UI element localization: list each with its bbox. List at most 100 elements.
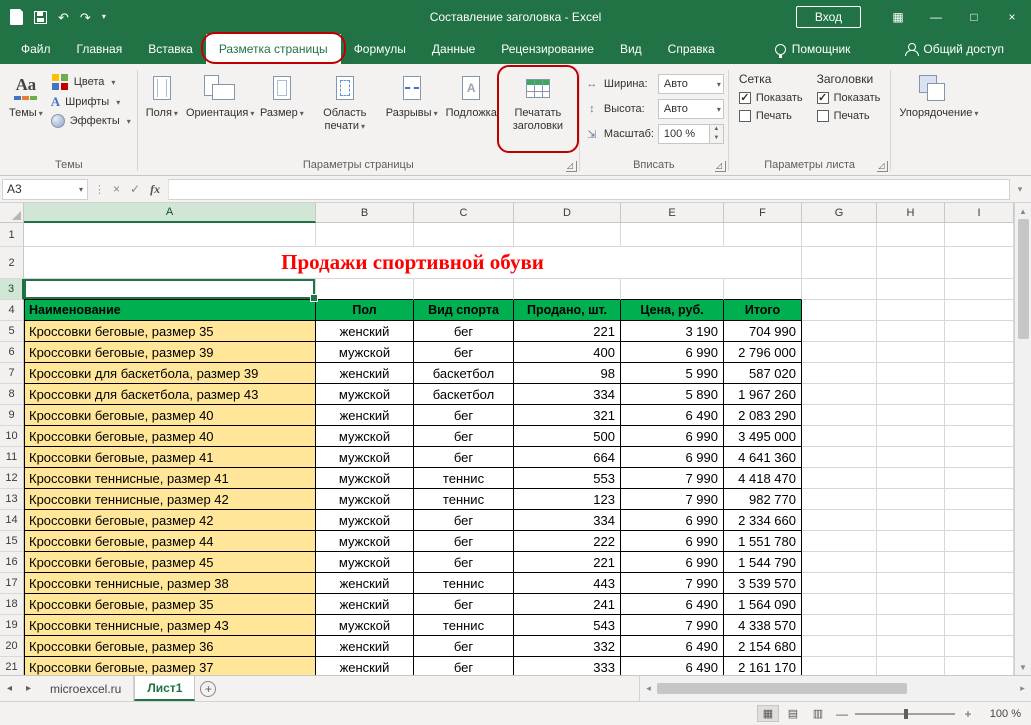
save-icon[interactable] xyxy=(34,11,47,24)
cell-C13[interactable]: теннис xyxy=(414,489,514,510)
cell-I19[interactable] xyxy=(945,615,1014,636)
cell-F11[interactable]: 4 641 360 xyxy=(724,447,802,468)
cell-G16[interactable] xyxy=(802,552,877,573)
cell-H17[interactable] xyxy=(877,573,945,594)
cell-I2[interactable] xyxy=(945,247,1014,279)
sheet-tab-microexcel[interactable]: microexcel.ru xyxy=(38,676,134,701)
cell-B18[interactable]: женский xyxy=(316,594,414,615)
vertical-scrollbar[interactable]: ▲ ▼ xyxy=(1014,203,1031,675)
cell-F10[interactable]: 3 495 000 xyxy=(724,426,802,447)
cell-A6[interactable]: Кроссовки беговые, размер 39 xyxy=(24,342,316,363)
cell-F3[interactable] xyxy=(724,279,802,300)
cell-D11[interactable]: 664 xyxy=(514,447,621,468)
row-header-11[interactable]: 11 xyxy=(0,447,24,468)
cell-F9[interactable]: 2 083 290 xyxy=(724,405,802,426)
zoom-in-icon[interactable]: + xyxy=(962,707,974,721)
sheet-options-dialog-launcher[interactable]: ◿ xyxy=(877,161,888,172)
row-header-16[interactable]: 16 xyxy=(0,552,24,573)
margins-button[interactable]: Поля xyxy=(142,68,182,152)
sheet-nav-right-icon[interactable]: ▸ xyxy=(19,676,38,701)
zoom-slider-thumb[interactable] xyxy=(904,709,908,719)
cell-C20[interactable]: бег xyxy=(414,636,514,657)
cell-F4[interactable]: Итого xyxy=(724,300,802,321)
cell-C9[interactable]: бег xyxy=(414,405,514,426)
cell-B21[interactable]: женский xyxy=(316,657,414,675)
row-header-4[interactable]: 4 xyxy=(0,300,24,321)
cell-H5[interactable] xyxy=(877,321,945,342)
cell-A15[interactable]: Кроссовки беговые, размер 44 xyxy=(24,531,316,552)
cell-H1[interactable] xyxy=(877,223,945,247)
cell-D20[interactable]: 332 xyxy=(514,636,621,657)
new-sheet-button[interactable]: + xyxy=(195,676,221,701)
column-header-H[interactable]: H xyxy=(877,203,945,223)
cell-G9[interactable] xyxy=(802,405,877,426)
cell-E9[interactable]: 6 490 xyxy=(621,405,724,426)
size-button[interactable]: Размер xyxy=(256,68,308,152)
vertical-scroll-thumb[interactable] xyxy=(1018,219,1029,339)
cell-G12[interactable] xyxy=(802,468,877,489)
cell-C3[interactable] xyxy=(414,279,514,300)
row-header-21[interactable]: 21 xyxy=(0,657,24,675)
cell-E20[interactable]: 6 490 xyxy=(621,636,724,657)
cell-E10[interactable]: 6 990 xyxy=(621,426,724,447)
cell-E5[interactable]: 3 190 xyxy=(621,321,724,342)
sheet-tab-list1[interactable]: Лист1 xyxy=(134,676,195,701)
page-layout-view-icon[interactable]: ▤ xyxy=(782,705,804,722)
tab-view[interactable]: Вид xyxy=(607,34,655,64)
row-header-10[interactable]: 10 xyxy=(0,426,24,447)
scroll-up-icon[interactable]: ▲ xyxy=(1015,203,1031,219)
cell-D19[interactable]: 543 xyxy=(514,615,621,636)
cell-H2[interactable] xyxy=(877,247,945,279)
cell-H11[interactable] xyxy=(877,447,945,468)
gridlines-show-checkbox[interactable]: Показать xyxy=(739,92,803,104)
cell-I20[interactable] xyxy=(945,636,1014,657)
row-header-5[interactable]: 5 xyxy=(0,321,24,342)
arrange-button[interactable]: Упорядочение xyxy=(895,68,969,152)
column-header-B[interactable]: B xyxy=(316,203,414,223)
cell-H16[interactable] xyxy=(877,552,945,573)
expand-formula-bar-icon[interactable]: ▾ xyxy=(1010,184,1030,195)
orientation-button[interactable]: Ориентация xyxy=(182,68,256,152)
cell-C8[interactable]: баскетбол xyxy=(414,384,514,405)
cell-A7[interactable]: Кроссовки для баскетбола, размер 39 xyxy=(24,363,316,384)
gridlines-print-checkbox[interactable]: Печать xyxy=(739,110,803,122)
height-select[interactable]: Авто ▾ xyxy=(658,99,724,119)
scroll-down-icon[interactable]: ▼ xyxy=(1015,659,1031,675)
column-header-D[interactable]: D xyxy=(514,203,621,223)
cell-I7[interactable] xyxy=(945,363,1014,384)
cell-A2-sheet-title[interactable]: Продажи спортивной обуви xyxy=(24,247,802,279)
spinner-buttons[interactable]: ▲▼ xyxy=(710,124,724,144)
cell-I16[interactable] xyxy=(945,552,1014,573)
cell-D7[interactable]: 98 xyxy=(514,363,621,384)
cell-C7[interactable]: баскетбол xyxy=(414,363,514,384)
cell-G8[interactable] xyxy=(802,384,877,405)
cell-F20[interactable]: 2 154 680 xyxy=(724,636,802,657)
row-header-6[interactable]: 6 xyxy=(0,342,24,363)
row-header-20[interactable]: 20 xyxy=(0,636,24,657)
cell-B3[interactable] xyxy=(316,279,414,300)
cell-I3[interactable] xyxy=(945,279,1014,300)
cell-F18[interactable]: 1 564 090 xyxy=(724,594,802,615)
zoom-level[interactable]: 100 % xyxy=(981,708,1021,720)
name-box[interactable]: A3 ▾ xyxy=(2,179,88,200)
cell-I17[interactable] xyxy=(945,573,1014,594)
tab-home[interactable]: Главная xyxy=(64,34,136,64)
cell-C16[interactable]: бег xyxy=(414,552,514,573)
cell-C5[interactable]: бег xyxy=(414,321,514,342)
cell-F17[interactable]: 3 539 570 xyxy=(724,573,802,594)
tab-file[interactable]: Файл xyxy=(8,34,64,64)
row-header-8[interactable]: 8 xyxy=(0,384,24,405)
cell-I5[interactable] xyxy=(945,321,1014,342)
tab-page-layout[interactable]: Разметка страницы xyxy=(206,34,341,64)
cell-E14[interactable]: 6 990 xyxy=(621,510,724,531)
cell-E1[interactable] xyxy=(621,223,724,247)
cell-C11[interactable]: бег xyxy=(414,447,514,468)
tab-data[interactable]: Данные xyxy=(419,34,488,64)
cell-B17[interactable]: женский xyxy=(316,573,414,594)
horizontal-scroll-thumb[interactable] xyxy=(657,683,907,694)
cell-A16[interactable]: Кроссовки беговые, размер 45 xyxy=(24,552,316,573)
cell-C1[interactable] xyxy=(414,223,514,247)
cell-A21[interactable]: Кроссовки беговые, размер 37 xyxy=(24,657,316,675)
headings-show-checkbox[interactable]: Показать xyxy=(817,92,881,104)
sheet-nav-left-icon[interactable]: ◂ xyxy=(0,676,19,701)
